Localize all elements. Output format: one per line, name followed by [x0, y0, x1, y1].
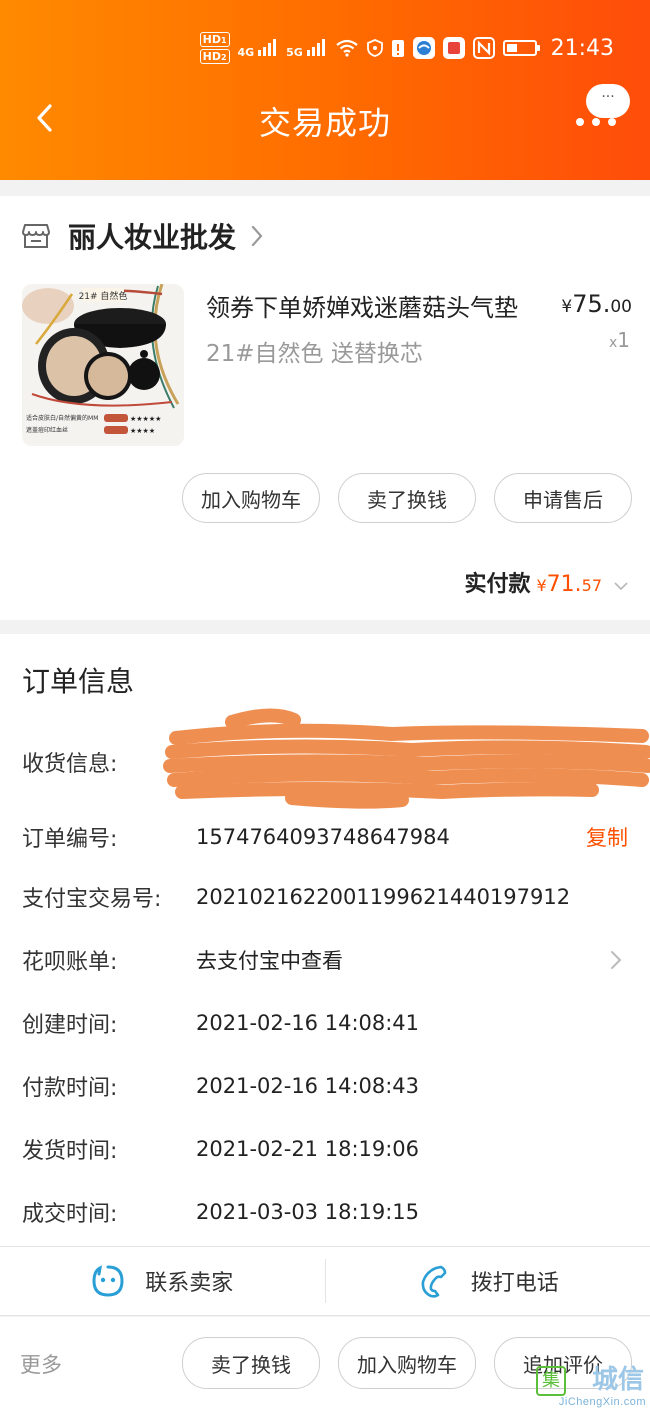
info-row-shipped: 发货时间: 2021-02-21 18:19:06: [22, 1129, 628, 1169]
product-card: 丽人妆业批发 21# 自然色 适合皮肤白/自然偏黄的MM 遮盖痘印红血丝 ★★★…: [0, 196, 650, 620]
after-sale-button[interactable]: 申请售后: [494, 473, 632, 523]
image-caption-1: 适合皮肤白/自然偏黄的MM: [26, 414, 98, 422]
redaction-scribble: [163, 708, 650, 809]
svg-text:★★★★★: ★★★★★: [130, 415, 161, 423]
created-time: 2021-02-16 14:08:41: [196, 1011, 420, 1035]
info-label: 付款时间:: [22, 1076, 118, 1101]
product-spec: 21#自然色 送替换芯: [206, 341, 423, 367]
info-row-paid: 付款时间: 2021-02-16 14:08:43: [22, 1066, 628, 1106]
app-red-icon: [442, 37, 465, 59]
header-bar: HD1 HD2 4G 5G 21:43 交易成功 ···: [0, 0, 650, 180]
info-label: 创建时间:: [22, 1013, 118, 1038]
shop-link[interactable]: 丽人妆业批发: [22, 216, 264, 256]
phone-icon: [421, 1265, 447, 1298]
wifi-icon: [335, 39, 358, 57]
add-to-cart-button[interactable]: 加入购物车: [182, 473, 320, 523]
alipay-trade-number: 2021021622001199621440197912: [196, 885, 571, 909]
product-title[interactable]: 领券下单娇婵戏迷蘑菇头气垫: [206, 288, 518, 323]
info-row-huabei[interactable]: 花呗账单: 去支付宝中查看: [22, 940, 628, 980]
chevron-right-icon: [251, 225, 263, 247]
watermark-logo-mark: 集: [536, 1366, 566, 1396]
call-phone-label: 拨打电话: [470, 1271, 559, 1296]
image-caption-2: 遮盖痘印红血丝: [26, 426, 68, 434]
info-row-order-number: 订单编号: 1574764093748647984 复制: [22, 817, 628, 857]
info-row-created: 创建时间: 2021-02-16 14:08:41: [22, 1003, 628, 1043]
order-info-title: 订单信息: [22, 665, 135, 698]
cushion-compact-image: 21# 自然色 适合皮肤白/自然偏黄的MM 遮盖痘印红血丝 ★★★★★ ★★★★: [22, 284, 184, 446]
chevron-down-icon: [614, 582, 628, 591]
payment-amount: ¥71.57: [536, 572, 602, 597]
product-quantity: x1: [608, 328, 630, 352]
signal-4g-icon: 4G: [238, 38, 279, 58]
resell-button[interactable]: 卖了换钱: [182, 1337, 320, 1389]
watermark-brand: 城信: [591, 1365, 644, 1395]
product-price: ¥75.00: [561, 290, 632, 318]
more-menu-icon[interactable]: ···: [566, 84, 636, 134]
more-dots-icon: [576, 118, 616, 126]
status-bar: HD1 HD2 4G 5G 21:43: [199, 30, 614, 66]
contact-seller-label: 联系卖家: [145, 1271, 234, 1296]
signal-5g-icon: 5G: [286, 38, 327, 58]
info-label: 成交时间:: [22, 1202, 118, 1227]
order-number: 1574764093748647984: [196, 825, 450, 849]
shop-name: 丽人妆业批发: [68, 221, 237, 254]
svg-text:★★★★: ★★★★: [130, 427, 155, 435]
copy-button[interactable]: 复制: [586, 822, 628, 852]
watermark-text: JiChengXin.com: [558, 1396, 646, 1408]
bottom-action-bar: 更多 卖了换钱 加入购物车 追加评价 集 城信 JiChengXin.com: [0, 1317, 650, 1408]
huabei-link: 去支付宝中查看: [196, 949, 343, 973]
info-row-completed: 成交时间: 2021-03-03 18:19:15: [22, 1192, 628, 1232]
hd-icon: HD2: [199, 49, 230, 64]
payment-summary[interactable]: 实付款 ¥71.57: [464, 566, 628, 598]
info-row-alipay-number: 支付宝交易号: 2021021622001199621440197912: [22, 877, 628, 917]
product-image[interactable]: 21# 自然色 适合皮肤白/自然偏黄的MM 遮盖痘印红血丝 ★★★★★ ★★★★: [22, 284, 184, 446]
hd-icon: HD1: [199, 32, 230, 47]
info-label: 发货时间:: [22, 1139, 118, 1164]
completed-time: 2021-03-03 18:19:15: [196, 1200, 420, 1224]
hd1-indicator: HD1 HD2: [199, 32, 230, 64]
shipped-time: 2021-02-21 18:19:06: [196, 1137, 420, 1161]
shield-icon: [366, 39, 383, 57]
add-to-cart-button[interactable]: 加入购物车: [338, 1337, 476, 1389]
chat-face-icon: [92, 1265, 124, 1297]
watermark-logo: 集 城信 JiChengXin.com: [532, 1348, 650, 1408]
product-actions: 加入购物车 卖了换钱 申请售后: [182, 473, 632, 523]
battery-icon: [502, 40, 540, 56]
call-phone-button[interactable]: 拨打电话: [326, 1247, 650, 1315]
contact-seller-button[interactable]: 联系卖家: [0, 1247, 325, 1315]
contact-bar: 联系卖家 拨打电话: [0, 1246, 650, 1316]
nfc-icon: [472, 37, 495, 59]
paid-time: 2021-02-16 14:08:43: [196, 1074, 420, 1098]
info-label: 订单编号:: [22, 827, 118, 852]
payment-label: 实付款: [464, 572, 531, 597]
app-blue-icon: [412, 37, 435, 59]
shop-icon: [22, 224, 50, 248]
info-label: 花呗账单:: [22, 950, 118, 975]
alert-icon: [391, 40, 404, 57]
more-button[interactable]: 更多: [20, 1349, 62, 1379]
resell-button[interactable]: 卖了换钱: [338, 473, 476, 523]
status-time: 21:43: [550, 35, 614, 61]
info-label: 支付宝交易号:: [22, 887, 162, 912]
image-badge-text: 21# 自然色: [79, 290, 128, 302]
message-bubble-icon: ···: [586, 84, 630, 118]
page-title: 交易成功: [258, 104, 391, 142]
chevron-right-icon: [611, 951, 622, 969]
